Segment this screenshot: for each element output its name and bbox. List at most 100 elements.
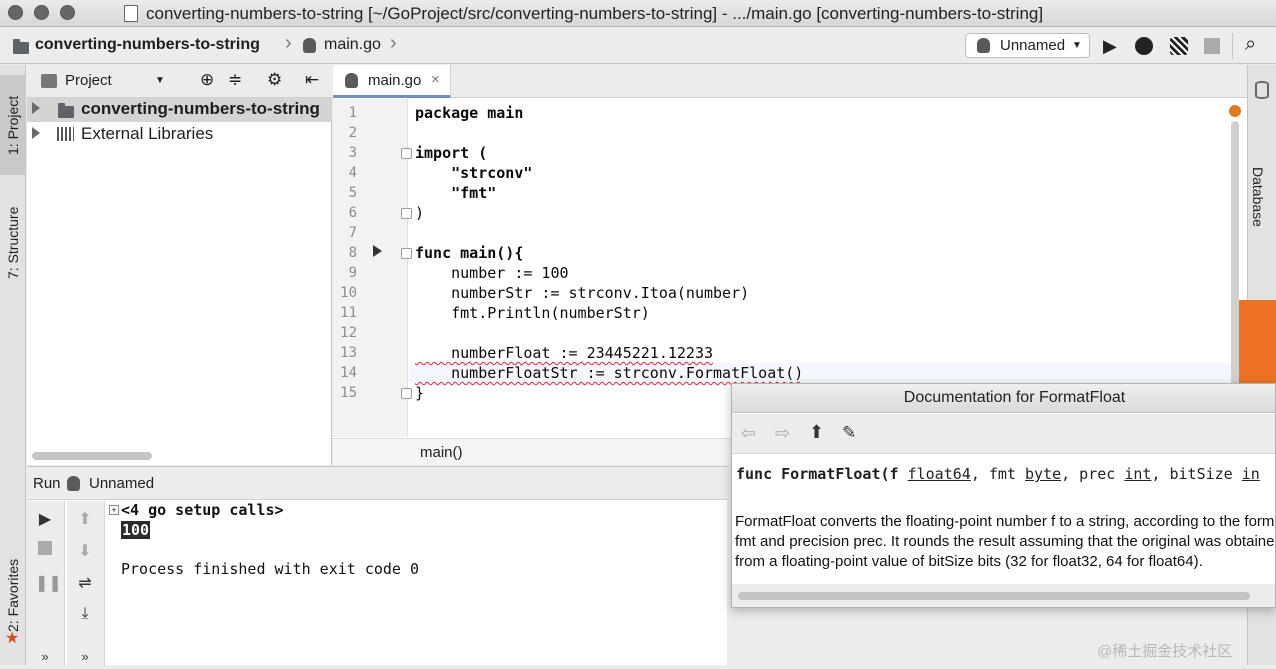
code-line: "strconv" — [415, 164, 533, 182]
line-number: 12 — [340, 325, 357, 341]
stop-icon[interactable] — [38, 541, 52, 555]
type-link[interactable]: in — [1242, 465, 1260, 483]
chevron-down-icon[interactable]: ▼ — [155, 75, 165, 86]
locate-icon[interactable]: ⊕ — [200, 70, 214, 90]
type-link[interactable]: int — [1124, 465, 1151, 483]
line-number: 9 — [348, 265, 357, 281]
run-toolbar-primary: ▶ ❚❚ » — [27, 501, 65, 666]
editor-vscrollbar[interactable] — [1231, 121, 1239, 421]
code-line: func main(){ — [415, 244, 524, 262]
line-number: 8 — [348, 245, 357, 261]
tab-label: main.go — [368, 72, 422, 89]
run-config-name[interactable]: Unnamed — [89, 475, 154, 492]
stop-icon[interactable] — [1204, 38, 1220, 54]
fold-marker-icon[interactable] — [401, 248, 412, 259]
fold-marker-icon[interactable] — [401, 208, 412, 219]
code-line: import ( — [415, 144, 488, 162]
editor-tab-bar: main.go × — [333, 65, 1247, 98]
doc-popup-titlebar[interactable]: Documentation for FormatFloat — [732, 384, 1275, 413]
go-file-icon — [303, 38, 316, 53]
arrow-down-icon[interactable]: ⬇ — [75, 541, 95, 561]
minimize-window-button[interactable] — [34, 5, 49, 20]
doc-popup-title: Documentation for FormatFloat — [903, 389, 1126, 406]
project-panel-header: Project ▼ ⊕ ≑ ⚙ ⇤ — [27, 65, 332, 98]
run-configuration-select[interactable]: Unnamed ▼ — [965, 33, 1090, 58]
window-title: converting-numbers-to-string [~/GoProjec… — [146, 4, 1044, 23]
more-icon[interactable]: » — [35, 649, 55, 669]
watermark-text: @稀土掘金技术社区 — [1097, 643, 1233, 660]
tab-database[interactable]: Database — [1250, 167, 1266, 227]
search-icon[interactable]: ⌕ — [1245, 33, 1256, 56]
breadcrumb-project[interactable]: converting-numbers-to-string — [35, 36, 260, 54]
run-icon[interactable]: ▶ — [1103, 36, 1117, 57]
window-titlebar: converting-numbers-to-string [~/GoProjec… — [0, 0, 1276, 27]
code-line: number := 100 — [415, 264, 569, 282]
more-icon[interactable]: » — [75, 649, 95, 669]
zoom-window-button[interactable] — [60, 5, 75, 20]
run-panel-title[interactable]: Run — [33, 475, 61, 492]
folder-icon — [58, 103, 74, 118]
pause-icon[interactable]: ❚❚ — [35, 573, 62, 593]
line-number: 3 — [348, 145, 357, 161]
type-link[interactable]: float64 — [908, 465, 971, 483]
tab-project-label: 1: Project — [5, 95, 21, 155]
documentation-text: FormatFloat converts the floating-point … — [735, 513, 1276, 570]
line-number: 7 — [348, 225, 357, 241]
type-link[interactable]: byte — [1025, 465, 1061, 483]
project-panel: Project ▼ ⊕ ≑ ⚙ ⇤ converting-numbers-to-… — [27, 65, 332, 465]
collapse-all-icon[interactable]: ≑ — [228, 70, 242, 90]
doc-hscrollbar[interactable] — [738, 592, 1250, 600]
back-icon[interactable]: ⇦ — [741, 423, 756, 444]
error-indicator-icon[interactable] — [1229, 105, 1241, 117]
code-line: package main — [415, 104, 524, 122]
rerun-icon[interactable]: ▶ — [35, 509, 55, 529]
tab-main-go[interactable]: main.go × — [333, 65, 451, 98]
close-window-button[interactable] — [8, 5, 23, 20]
line-number: 14 — [340, 365, 357, 381]
debug-icon[interactable] — [1135, 37, 1153, 55]
edit-source-icon[interactable]: ✎ — [842, 423, 856, 443]
code-line: } — [415, 384, 425, 402]
project-hscrollbar[interactable] — [32, 452, 152, 460]
close-icon[interactable]: × — [431, 71, 440, 88]
code-line: numberStr := strconv.Itoa(number) — [415, 284, 750, 302]
tree-item-project[interactable]: converting-numbers-to-string — [27, 98, 332, 122]
run-gutter-icon[interactable] — [373, 245, 382, 257]
fold-marker-icon[interactable] — [401, 388, 412, 399]
tab-project[interactable]: 1: Project — [0, 75, 26, 175]
expand-arrow-icon[interactable] — [32, 127, 40, 139]
gear-icon[interactable]: ⚙ — [267, 70, 282, 90]
scroll-to-end-icon[interactable]: ⤓ — [75, 605, 95, 625]
code-line: "fmt" — [415, 184, 497, 202]
database-icon — [1255, 81, 1269, 99]
folder-icon — [13, 39, 29, 54]
line-number: 1 — [348, 105, 357, 121]
chevron-right-icon: › — [285, 32, 292, 54]
forward-icon[interactable]: ⇨ — [775, 423, 790, 444]
doc-popup-toolbar: ⇦ ⇨ ⬆ ✎ — [732, 414, 1275, 454]
fold-marker-icon[interactable] — [401, 148, 412, 159]
expand-calls-icon[interactable]: + — [109, 505, 119, 515]
code-line: numberFloat := 23445221.12233 — [415, 344, 714, 362]
breadcrumb-file[interactable]: main.go — [324, 36, 381, 54]
soft-wrap-icon[interactable]: ⇌ — [75, 573, 95, 593]
run-panel: Run Unnamed ▶ ❚❚ » ⬆ ⬇ ⇌ ⤓ » + <4 go set… — [27, 466, 727, 666]
arrow-up-icon[interactable]: ⬆ — [809, 422, 824, 443]
console-line: 100 — [121, 521, 151, 539]
project-panel-title[interactable]: Project — [65, 72, 112, 89]
documentation-popup: Documentation for FormatFloat ⇦ ⇨ ⬆ ✎ fu… — [731, 383, 1276, 608]
tree-item-external-libraries[interactable]: External Libraries — [27, 123, 332, 147]
signature-text: , prec — [1061, 465, 1125, 483]
expand-arrow-icon[interactable] — [32, 102, 40, 114]
arrow-up-icon[interactable]: ⬆ — [75, 509, 95, 529]
tab-structure[interactable]: 7: Structure — [0, 190, 26, 295]
function-breadcrumb[interactable]: main() — [420, 444, 463, 461]
go-file-icon — [345, 73, 358, 88]
line-number: 11 — [340, 305, 357, 321]
hide-panel-icon[interactable]: ⇤ — [305, 70, 319, 90]
line-number: 6 — [348, 205, 357, 221]
coverage-icon[interactable] — [1170, 37, 1188, 55]
tree-item-label: converting-numbers-to-string — [81, 99, 320, 118]
run-toolbar-secondary: ⬆ ⬇ ⇌ ⤓ » — [67, 501, 105, 666]
code-line: numberFloatStr := strconv.FormatFloat() — [415, 364, 804, 382]
